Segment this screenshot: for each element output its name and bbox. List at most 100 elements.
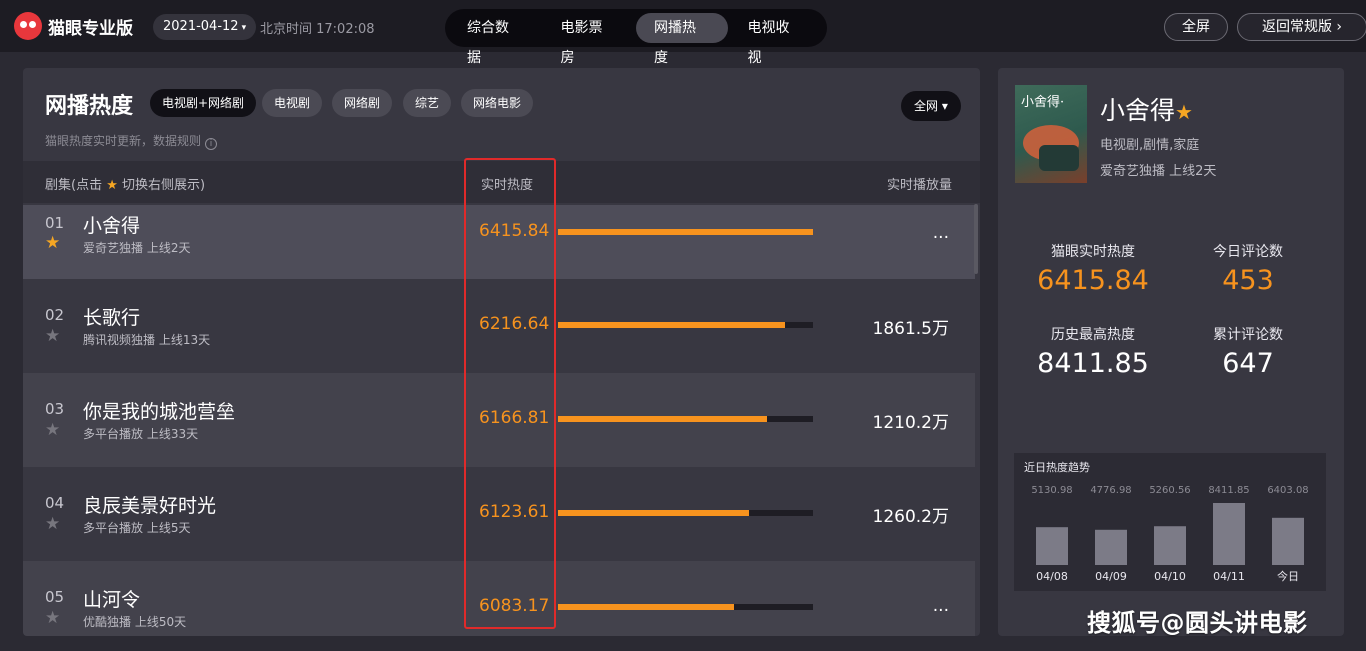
cat-eye-logo-icon	[14, 12, 42, 40]
trend-bar	[1095, 529, 1127, 565]
poster-title: 小舍得·	[1021, 95, 1065, 110]
watermark: 搜狐号@圆头讲电影	[1087, 609, 1308, 637]
rank: 03	[45, 400, 65, 418]
series-name: 你是我的城池营垒	[83, 401, 236, 423]
trend-category-label: 04/09	[1095, 570, 1127, 583]
chevron-right-icon: ›	[1336, 19, 1343, 35]
back-label: 返回常规版	[1261, 19, 1332, 35]
top-bar: 猫眼专业版 2021-04-12 ▾ 北京时间 17:02:08 综合数据 电影票…	[0, 0, 1366, 66]
heat-bar-fill	[558, 510, 750, 516]
star-icon[interactable]: ★	[45, 420, 60, 440]
logo[interactable]: 猫眼专业版	[14, 12, 133, 40]
star-icon[interactable]: ★	[45, 608, 60, 628]
ranking-panel: 网播热度 电视剧+网络剧 电视剧 网络剧 综艺 网络电影 全网 ▾ 猫眼热度实时…	[23, 68, 980, 636]
date-picker[interactable]: 2021-04-12 ▾	[153, 14, 257, 40]
star-icon[interactable]: ★	[45, 514, 60, 534]
date-value: 2021-04-12	[163, 19, 239, 34]
series-name: 良辰美景好时光	[83, 495, 217, 517]
header-series-suffix: 切换右侧展示)	[122, 178, 206, 193]
list-scrollbar[interactable]	[974, 204, 978, 274]
trend-category-label: 04/10	[1154, 570, 1186, 583]
heat-value: 6415.84	[479, 221, 550, 241]
page-title: 网播热度	[45, 94, 134, 119]
table-row[interactable]: 03 ★ 你是我的城池营垒 多平台播放 上线33天 6166.81 1210.2…	[23, 373, 975, 467]
series-name: 小舍得	[83, 215, 141, 237]
trend-value-label: 5260.56	[1149, 485, 1190, 496]
tab-streaming-heat[interactable]: 网播热度	[636, 13, 728, 66]
stat-realtime-heat: 猫眼实时热度 6415.84	[1023, 241, 1163, 296]
trend-category-label: 04/11	[1213, 570, 1245, 583]
region-select[interactable]: 全网 ▾	[901, 91, 961, 121]
table-header: 剧集(点击 ★ 切换右侧展示) 实时热度 实时播放量	[23, 161, 980, 203]
region-value: 全网	[914, 99, 939, 113]
stat-value: 453	[1222, 265, 1274, 296]
chip-variety[interactable]: 综艺	[403, 89, 452, 117]
heat-bar	[558, 229, 813, 235]
trend-chart: 近日热度趋势 5130.98 04/08 4776.98 04/09 5260.56 04…	[1014, 453, 1326, 591]
logo-text: 猫眼专业版	[48, 18, 133, 39]
series-name: 长歌行	[83, 307, 141, 329]
tab-tv-ratings[interactable]: 电视收视	[730, 13, 822, 66]
heat-bar	[558, 416, 813, 422]
rank: 01	[45, 214, 65, 232]
main-nav: 综合数据 电影票房 网播热度 电视收视	[445, 9, 827, 66]
star-icon: ★	[1175, 100, 1193, 124]
stat-label: 猫眼实时热度	[1051, 244, 1135, 260]
play-count: 1260.2万	[872, 507, 949, 527]
series-name: 山河令	[83, 589, 141, 611]
series-meta: 多平台播放 上线5天	[83, 521, 191, 535]
stat-comments-today: 今日评论数 453	[1178, 241, 1318, 296]
trend-bar	[1213, 503, 1245, 565]
beijing-clock: 北京时间 17:02:08	[260, 22, 375, 37]
rank: 05	[45, 588, 65, 606]
tab-box-office[interactable]: 电影票房	[543, 13, 635, 66]
heat-value: 6083.17	[479, 596, 550, 616]
detail-title: 小舍得★	[1100, 91, 1193, 127]
info-icon: i	[205, 138, 218, 150]
fullscreen-button[interactable]: 全屏	[1164, 13, 1228, 41]
heat-value: 6123.61	[479, 502, 550, 522]
stat-comments-total: 累计评论数 647	[1178, 324, 1318, 379]
stat-history-max: 历史最高热度 8411.85	[1023, 324, 1163, 379]
rank: 02	[45, 306, 65, 324]
chip-web-series[interactable]: 网络剧	[332, 89, 393, 117]
trend-bar	[1272, 517, 1304, 565]
chip-tv-series[interactable]: 电视剧	[262, 89, 323, 117]
star-icon[interactable]: ★	[45, 233, 60, 253]
star-icon: ★	[106, 178, 118, 193]
table-row[interactable]: 05 ★ 山河令 优酷独播 上线50天 6083.17 ...	[23, 561, 975, 636]
trend-category-label: 04/08	[1036, 570, 1068, 583]
series-meta: 爱奇艺独播 上线2天	[83, 241, 191, 255]
header-series: 剧集(点击 ★ 切换右侧展示)	[45, 174, 205, 193]
chevron-down-icon: ▾	[241, 23, 247, 33]
tab-overview[interactable]: 综合数据	[449, 13, 541, 66]
heat-value: 6166.81	[479, 408, 550, 428]
table-row[interactable]: 01 ★ 小舍得 爱奇艺独播 上线2天 6415.84 ...	[23, 205, 975, 279]
star-icon[interactable]: ★	[45, 326, 60, 346]
header-series-prefix: 剧集(点击	[45, 178, 103, 193]
header-realtime-heat: 实时热度	[481, 178, 534, 193]
trend-chart-svg: 5130.98 04/08 4776.98 04/09 5260.56 04/10 8411…	[1031, 485, 1308, 583]
data-rule-note[interactable]: 猫眼热度实时更新，数据规则 i	[45, 132, 218, 150]
trend-bar	[1154, 526, 1186, 565]
chip-web-movie[interactable]: 网络电影	[461, 89, 534, 117]
back-to-classic-button[interactable]: 返回常规版 ›	[1237, 13, 1366, 41]
heat-bar-fill	[558, 416, 768, 422]
trend-value-label: 4776.98	[1090, 485, 1131, 496]
heat-bar-fill	[558, 322, 785, 328]
stat-value: 8411.85	[1037, 348, 1149, 379]
detail-panel: 小舍得· 小舍得★ 电视剧,剧情,家庭 爱奇艺独播 上线2天 猫眼实时热度 64…	[998, 68, 1344, 636]
rank: 04	[45, 494, 65, 512]
heat-value: 6216.64	[479, 314, 550, 334]
detail-title-text: 小舍得	[1100, 96, 1176, 125]
play-count: 1861.5万	[872, 319, 949, 339]
table-row[interactable]: 04 ★ 良辰美景好时光 多平台播放 上线5天 6123.61 1260.2万	[23, 467, 975, 561]
series-meta: 优酷独播 上线50天	[83, 615, 187, 629]
chip-tv-and-web-series[interactable]: 电视剧+网络剧	[150, 89, 257, 117]
stat-label: 历史最高热度	[1051, 327, 1135, 343]
stat-label: 今日评论数	[1213, 244, 1283, 260]
series-meta: 多平台播放 上线33天	[83, 427, 199, 441]
play-count: 1210.2万	[872, 413, 949, 433]
detail-genre: 电视剧,剧情,家庭	[1100, 138, 1200, 153]
table-row[interactable]: 02 ★ 长歌行 腾讯视频独播 上线13天 6216.64 1861.5万	[23, 279, 975, 373]
